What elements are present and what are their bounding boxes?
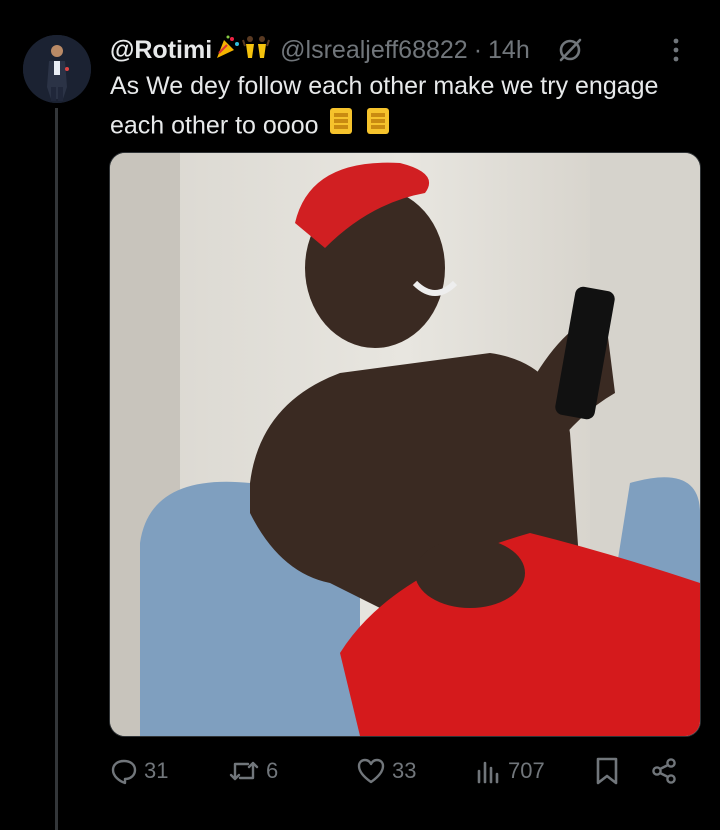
- tweet-text: As We dey follow each other make we try …: [110, 67, 700, 148]
- fist-icon: [364, 106, 392, 148]
- heart-icon: [356, 757, 386, 785]
- timestamp[interactable]: 14h: [488, 36, 530, 65]
- bookmark-icon: [594, 756, 620, 786]
- grok-icon[interactable]: [556, 36, 584, 64]
- fist-icon: [327, 106, 355, 148]
- repost-count: 6: [266, 758, 279, 783]
- tweet-photo[interactable]: [109, 152, 701, 737]
- party-popper-icon: [214, 34, 240, 67]
- display-name[interactable]: @Rotimi: [110, 36, 212, 65]
- tweet-header: @Rotimi @lsrealjeff68822 · 14h: [110, 33, 700, 67]
- repost-button[interactable]: 6: [228, 758, 356, 784]
- views-button[interactable]: 707: [474, 757, 594, 785]
- thread-line: [55, 108, 58, 830]
- tweet-actions: 31 6 33 707: [110, 755, 690, 787]
- share-button[interactable]: [650, 757, 690, 785]
- bookmark-button[interactable]: [594, 756, 650, 786]
- like-button[interactable]: 33: [356, 757, 474, 785]
- avatar[interactable]: [23, 35, 91, 103]
- photo-image: [110, 153, 700, 736]
- repost-icon: [228, 758, 260, 784]
- like-count: 33: [392, 758, 417, 783]
- handle[interactable]: @lsrealjeff68822: [280, 36, 468, 65]
- views-count: 707: [508, 758, 545, 783]
- reply-count: 31: [144, 758, 169, 783]
- reply-icon: [110, 757, 138, 785]
- dancers-icon: [242, 34, 271, 67]
- avatar-image: [23, 35, 91, 103]
- share-icon: [650, 757, 678, 785]
- reply-button[interactable]: 31: [110, 757, 228, 785]
- more-options-icon[interactable]: [672, 37, 680, 63]
- views-icon: [474, 757, 502, 785]
- separator-dot: ·: [473, 35, 483, 64]
